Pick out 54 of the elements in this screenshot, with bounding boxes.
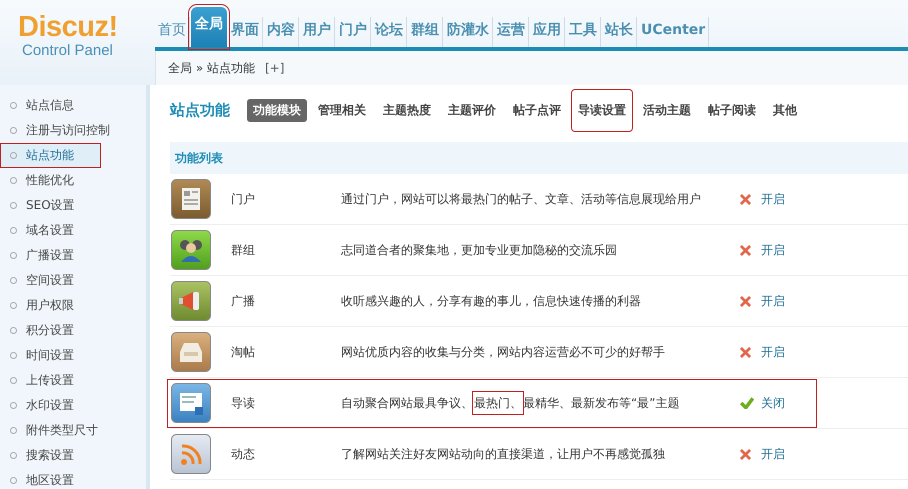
expand-link[interactable]: [+] bbox=[264, 61, 284, 75]
logo-subtitle: Control Panel bbox=[22, 42, 114, 59]
toggle-link[interactable]: 开启 bbox=[761, 344, 785, 360]
sub-tab[interactable]: 主题热度 bbox=[377, 98, 437, 122]
group-module-icon bbox=[171, 230, 211, 270]
broadcast-module-icon bbox=[171, 281, 211, 321]
sidebar-item[interactable]: 搜索设置 bbox=[0, 443, 146, 468]
sidebar-item[interactable]: 地区设置 bbox=[0, 468, 146, 489]
module-description: 网站优质内容的收集与分类，网站内容运营必不可少的好帮手 bbox=[341, 344, 666, 360]
module-name: 广播 bbox=[231, 292, 256, 310]
sidebar-item[interactable]: 水印设置 bbox=[0, 393, 146, 418]
table-header: 功能列表 bbox=[170, 142, 908, 174]
toggle-link[interactable]: 开启 bbox=[761, 242, 785, 258]
sidebar-item[interactable]: 注册与访问控制 bbox=[0, 118, 146, 143]
module-name: 淘帖 bbox=[231, 344, 256, 360]
module-description: 了解网站关注好友网站动向的直接渠道，让用户不再感觉孤独 bbox=[341, 446, 666, 462]
module-description: 通过门户，网站可以将最热门的帖子、文章、活动等信息展现给用户 bbox=[341, 190, 702, 208]
sub-tab[interactable]: 活动主题 bbox=[637, 98, 697, 122]
collection-module-icon bbox=[171, 332, 211, 372]
toggle-link[interactable]: 开启 bbox=[761, 446, 785, 462]
module-name: 动态 bbox=[231, 446, 256, 462]
sub-tab[interactable]: 管理相关 bbox=[312, 98, 372, 122]
toggle-link[interactable]: 开启 bbox=[761, 292, 785, 310]
sidebar-item[interactable]: 时间设置 bbox=[0, 343, 146, 368]
guide-module-icon bbox=[171, 383, 211, 423]
sub-tab[interactable]: 帖子阅读 bbox=[702, 98, 762, 122]
sidebar-item[interactable]: 性能优化 bbox=[0, 168, 146, 193]
sidebar-item[interactable]: 附件类型尺寸 bbox=[0, 418, 146, 443]
sub-tab[interactable]: 帖子点评 bbox=[507, 98, 567, 122]
page-title: 站点功能 bbox=[170, 100, 230, 120]
module-description: 收听感兴趣的人，分享有趣的事儿，信息快速传播的利器 bbox=[341, 292, 642, 310]
module-name: 导读 bbox=[231, 394, 256, 412]
sidebar-item[interactable]: 域名设置 bbox=[0, 218, 146, 243]
sidebar-item[interactable]: 广播设置 bbox=[0, 243, 146, 268]
logo-title: Discuz! bbox=[18, 12, 119, 42]
breadcrumb: 全局 » 站点功能 bbox=[168, 60, 255, 76]
toggle-link[interactable]: 开启 bbox=[761, 190, 785, 208]
sub-tab[interactable]: 功能模块 bbox=[247, 98, 307, 122]
sidebar-item[interactable]: SEO设置 bbox=[0, 193, 146, 218]
sidebar-item[interactable]: 上传设置 bbox=[0, 368, 146, 393]
feed-module-icon bbox=[171, 434, 211, 474]
module-name: 群组 bbox=[231, 242, 256, 258]
sidebar-item[interactable]: 用户权限 bbox=[0, 293, 146, 318]
sidebar-item[interactable]: 积分设置 bbox=[0, 318, 146, 343]
sub-tab[interactable]: 其他 bbox=[767, 98, 803, 122]
module-description: 志同道合者的聚集地，更加专业更加隐秘的交流乐园 bbox=[341, 242, 618, 258]
module-name: 门户 bbox=[231, 190, 256, 208]
sub-tab[interactable]: 主题评价 bbox=[442, 98, 502, 122]
sidebar-item[interactable]: 空间设置 bbox=[0, 268, 146, 293]
sub-tab[interactable]: 导读设置 bbox=[572, 90, 632, 130]
sidebar-item[interactable]: 站点功能 bbox=[0, 143, 101, 168]
sidebar-item[interactable]: 站点信息 bbox=[0, 93, 146, 118]
portal-module-icon bbox=[171, 179, 211, 219]
toggle-link[interactable]: 关闭 bbox=[761, 394, 785, 412]
